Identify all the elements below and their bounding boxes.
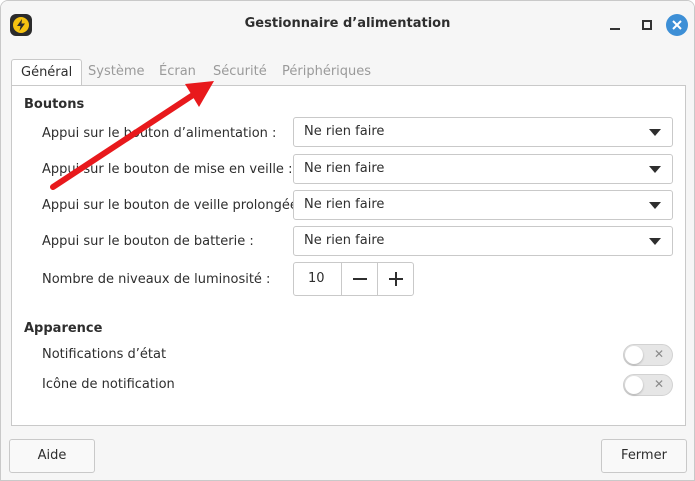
general-panel: Boutons Appui sur le bouton d’alimentati… [11,85,686,426]
close-icon [672,20,682,30]
help-button[interactable]: Aide [9,439,95,473]
notification-icon-toggle[interactable]: ✕ [623,374,673,396]
hibernate-button-value: Ne rien faire [304,197,385,212]
toggle-knob [625,376,643,394]
window-title: Gestionnaire d’alimentation [244,16,451,31]
toggle-knob [625,346,643,364]
off-x-icon: ✕ [653,347,664,361]
dropdown-arrow-icon [649,202,661,209]
dropdown-arrow-icon [649,129,661,136]
title-bar: Gestionnaire d’alimentation [1,1,694,49]
tab-security[interactable]: Sécurité [213,59,267,86]
maximize-icon [642,20,652,30]
off-x-icon: ✕ [653,377,664,391]
brightness-levels-label: Nombre de niveaux de luminosité : [42,272,271,287]
status-notifications-label: Notifications d’état [42,347,167,362]
dropdown-arrow-icon [649,238,661,245]
increase-button[interactable] [377,263,413,295]
tab-peripherals[interactable]: Périphériques [282,59,371,86]
status-notifications-toggle[interactable]: ✕ [623,344,673,366]
battery-button-label: Appui sur le bouton de batterie : [42,234,254,249]
sleep-button-label: Appui sur le bouton de mise en veille : [42,162,293,177]
power-button-select[interactable]: Ne rien faire [293,117,673,147]
minus-icon [353,278,367,280]
brightness-levels-spinbox: 10 [293,262,414,296]
maximize-button[interactable] [637,15,657,35]
hibernate-button-label: Appui sur le bouton de veille prolongée … [42,198,307,213]
power-manager-window: Gestionnaire d’alimentation Général Syst… [0,0,695,481]
close-window-button[interactable] [666,14,688,36]
brightness-levels-input[interactable]: 10 [308,271,325,286]
battery-button-select[interactable]: Ne rien faire [293,226,673,256]
appearance-section-title: Apparence [24,321,103,336]
power-button-label: Appui sur le bouton d’alimentation : [42,126,277,141]
minimize-button[interactable] [605,15,625,35]
power-button-value: Ne rien faire [304,124,385,139]
battery-button-value: Ne rien faire [304,233,385,248]
decrease-button[interactable] [341,263,377,295]
notification-icon-label: Icône de notification [42,377,175,392]
tab-system[interactable]: Système [88,59,144,86]
tab-screen[interactable]: Écran [159,59,196,86]
tab-general[interactable]: Général [11,59,83,86]
dropdown-arrow-icon [649,166,661,173]
close-button[interactable]: Fermer [601,439,687,473]
sleep-button-select[interactable]: Ne rien faire [293,154,673,184]
hibernate-button-select[interactable]: Ne rien faire [293,190,673,220]
minimize-icon [610,28,620,30]
buttons-section-title: Boutons [24,97,85,112]
sleep-button-value: Ne rien faire [304,161,385,176]
